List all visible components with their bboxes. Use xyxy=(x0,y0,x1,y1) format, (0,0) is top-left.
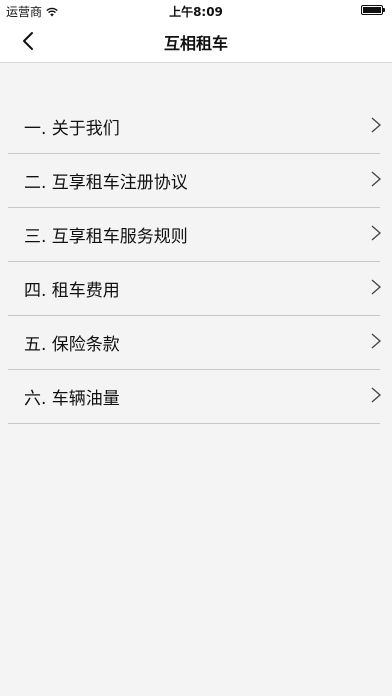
menu-item-registration-agreement[interactable]: 二. 互享租车注册协议 xyxy=(0,154,392,208)
page-title: 互相租车 xyxy=(163,34,228,53)
chevron-right-icon xyxy=(371,387,381,403)
chevron-right-icon xyxy=(371,279,381,295)
chevron-right-icon xyxy=(371,225,381,241)
divider xyxy=(8,423,380,424)
menu-item-label: 五. 保险条款 xyxy=(24,335,120,355)
screen: 运营商 上午8:09 互相租车 一. 关于我们 二. 互享租车注册协议 三. 互… xyxy=(0,0,392,696)
chevron-right-icon xyxy=(371,117,381,133)
menu-item-label: 六. 车辆油量 xyxy=(24,389,120,409)
menu-item-insurance-terms[interactable]: 五. 保险条款 xyxy=(0,316,392,370)
status-time: 上午8:09 xyxy=(169,5,223,19)
header: 运营商 上午8:09 互相租车 xyxy=(0,0,392,63)
status-bar: 运营商 上午8:09 xyxy=(0,0,392,20)
chevron-right-icon xyxy=(371,171,381,187)
menu-item-label: 四. 租车费用 xyxy=(24,281,120,301)
menu-item-label: 一. 关于我们 xyxy=(24,119,120,139)
menu-item-fuel-level[interactable]: 六. 车辆油量 xyxy=(0,370,392,424)
menu-item-rental-fees[interactable]: 四. 租车费用 xyxy=(0,262,392,316)
nav-bar: 互相租车 xyxy=(0,20,392,62)
menu-item-service-rules[interactable]: 三. 互享租车服务规则 xyxy=(0,208,392,262)
battery-icon xyxy=(361,5,385,15)
menu-item-label: 二. 互享租车注册协议 xyxy=(24,173,188,193)
menu-item-label: 三. 互享租车服务规则 xyxy=(24,227,188,247)
menu-item-about-us[interactable]: 一. 关于我们 xyxy=(0,100,392,154)
chevron-right-icon xyxy=(371,333,381,349)
menu-list: 一. 关于我们 二. 互享租车注册协议 三. 互享租车服务规则 四. 租车费用 xyxy=(0,100,392,424)
